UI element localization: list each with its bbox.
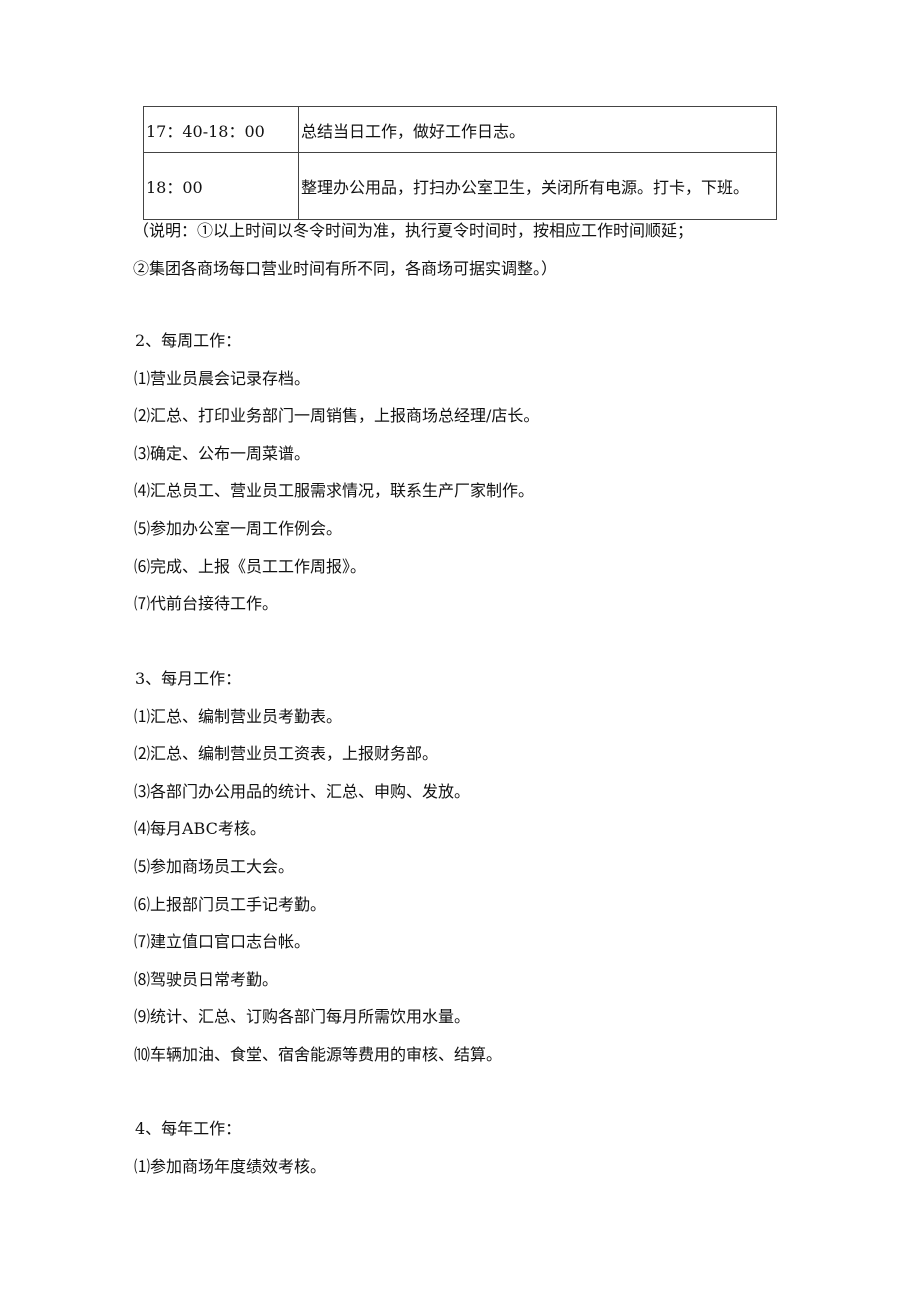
list-item: ⑵汇总、编制营业员工资表，上报财务部。 [134,744,439,763]
task-cell: 总结当日工作，做好工作日志。 [298,106,777,153]
list-item: ⑷汇总员工、营业员工服需求情况，联系生产厂家制作。 [134,481,535,500]
time-cell: 18：00 [143,152,299,220]
table-row: 18：00 整理办公用品，打扫办公室卫生，关闭所有电源。打卡，下班。 [143,152,777,220]
list-item: ⑶各部门办公用品的统计、汇总、申购、发放。 [134,782,471,801]
list-item: ⑺代前台接待工作。 [134,594,279,613]
list-item: ⑴营业员晨会记录存档。 [134,369,311,388]
note-line: （说明：①以上时间以冬令时间为准，执行夏令时间时，按相应工作时间顺延； [133,221,694,240]
section-heading: 3、每月工作： [135,669,242,688]
time-cell: 17：40-18：00 [143,106,299,153]
section-heading: 2、每周工作： [135,331,242,350]
list-item: ⑷每月ABC考核。 [134,819,266,838]
list-item: ⑵汇总、打印业务部门一周销售，上报商场总经理/店长。 [134,406,540,425]
list-item: ⑹完成、上报《员工工作周报》。 [134,557,367,576]
list-item: ⑼统计、汇总、订购各部门每月所需饮用水量。 [134,1007,471,1026]
section-heading: 4、每年工作： [135,1119,242,1138]
schedule-table: 17：40-18：00 总结当日工作，做好工作日志。 18：00 整理办公用品，… [143,106,777,220]
list-item: ⑸参加商场员工大会。 [134,857,295,876]
list-item: ⑴参加商场年度绩效考核。 [134,1157,327,1176]
list-item: ⑺建立值口官口志台帐。 [134,932,311,951]
task-cell: 整理办公用品，打扫办公室卫生，关闭所有电源。打卡，下班。 [298,152,777,220]
list-item: ⑶确定、公布一周菜谱。 [134,444,311,463]
list-item: ⑴汇总、编制营业员考勤表。 [134,707,343,726]
list-item: ⑽车辆加油、食堂、宿舍能源等费用的审核、结算。 [134,1045,503,1064]
list-item: ⑻驾驶员日常考勤。 [134,970,279,989]
table-row: 17：40-18：00 总结当日工作，做好工作日志。 [143,106,777,153]
note-line: ②集团各商场每口营业时间有所不同，各商场可据实调整。） [133,259,558,278]
list-item: ⑸参加办公室一周工作例会。 [134,519,343,538]
list-item: ⑹上报部门员工手记考勤。 [134,895,327,914]
